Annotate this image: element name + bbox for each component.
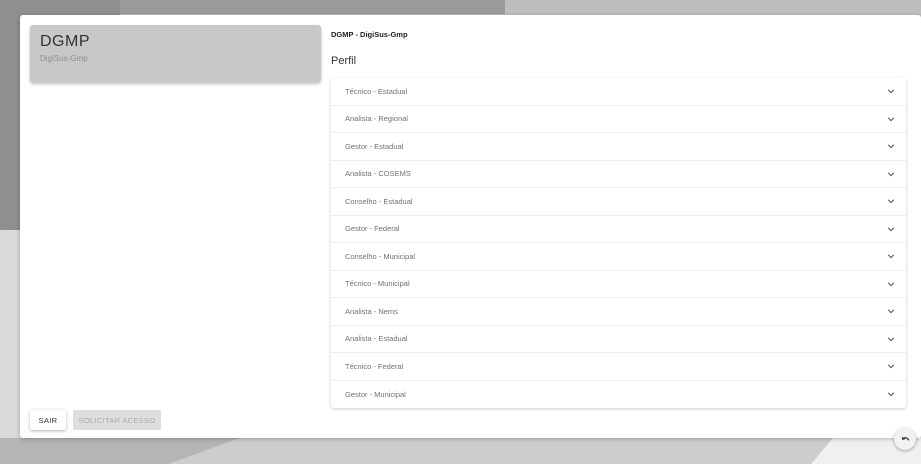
app-title: DGMP xyxy=(40,33,90,50)
profile-item[interactable]: Gestor - Federal xyxy=(331,216,906,243)
profile-label: Analista - Estadual xyxy=(345,334,408,344)
profile-label: Analista - Nems xyxy=(345,306,398,316)
chevron-down-icon[interactable] xyxy=(886,196,896,206)
profile-label: Gestor - Federal xyxy=(345,224,400,234)
profile-accordion-list: Técnico - Estadual Analista - Regional G… xyxy=(331,78,906,408)
profile-item[interactable]: Analista - Nems xyxy=(331,298,906,326)
profile-item[interactable]: Técnico - Estadual xyxy=(331,78,906,106)
profile-item[interactable]: Técnico - Municipal xyxy=(331,271,906,298)
profile-item[interactable]: Analista - Estadual xyxy=(331,326,906,353)
chevron-down-icon[interactable] xyxy=(886,389,896,399)
profile-item[interactable]: Gestor - Estadual xyxy=(331,133,906,161)
profile-label: Técnico - Federal xyxy=(345,361,404,371)
profile-item[interactable]: Conselho - Municipal xyxy=(331,243,906,271)
chevron-down-icon[interactable] xyxy=(886,114,896,124)
profile-label: Analista - Regional xyxy=(345,114,408,124)
undo-icon xyxy=(900,434,911,445)
chevron-down-icon[interactable] xyxy=(886,279,896,289)
section-title: Perfil xyxy=(331,55,357,67)
profile-label: Conselho - Municipal xyxy=(345,251,416,261)
background-mid-shape xyxy=(120,0,505,14)
chevron-down-icon[interactable] xyxy=(886,224,896,234)
chevron-down-icon[interactable] xyxy=(886,141,896,151)
profile-label: Conselho - Estadual xyxy=(345,196,413,206)
sair-button[interactable]: SAIR xyxy=(30,410,66,430)
app-subtitle: DigiSus-Gmp xyxy=(40,54,88,63)
chevron-down-icon[interactable] xyxy=(886,169,896,179)
chevron-down-icon[interactable] xyxy=(886,361,896,371)
profile-label: Gestor - Estadual xyxy=(345,141,404,151)
undo-fab-button[interactable] xyxy=(894,428,916,450)
profile-label: Gestor - Municipal xyxy=(345,389,406,399)
profile-item[interactable]: Gestor - Municipal xyxy=(331,381,906,409)
profile-label: Técnico - Estadual xyxy=(345,86,408,96)
profile-label: Analista - COSEMS xyxy=(345,169,411,179)
profile-label: Técnico - Municipal xyxy=(345,279,410,289)
main-card: DGMP DigiSus-Gmp DGMP - DigiSus-Gmp Perf… xyxy=(20,15,921,438)
breadcrumb: DGMP - DigiSus-Gmp xyxy=(331,30,408,39)
profile-item[interactable]: Analista - Regional xyxy=(331,106,906,133)
chevron-down-icon[interactable] xyxy=(886,334,896,344)
solicitar-acesso-button[interactable]: SOLICITAR ACESSO xyxy=(73,410,161,430)
chevron-down-icon[interactable] xyxy=(886,251,896,261)
profile-item[interactable]: Analista - COSEMS xyxy=(331,161,906,188)
profile-item[interactable]: Técnico - Federal xyxy=(331,353,906,381)
app-header-block: DGMP DigiSus-Gmp xyxy=(30,25,321,82)
chevron-down-icon[interactable] xyxy=(886,86,896,96)
profile-item[interactable]: Conselho - Estadual xyxy=(331,188,906,216)
chevron-down-icon[interactable] xyxy=(886,306,896,316)
